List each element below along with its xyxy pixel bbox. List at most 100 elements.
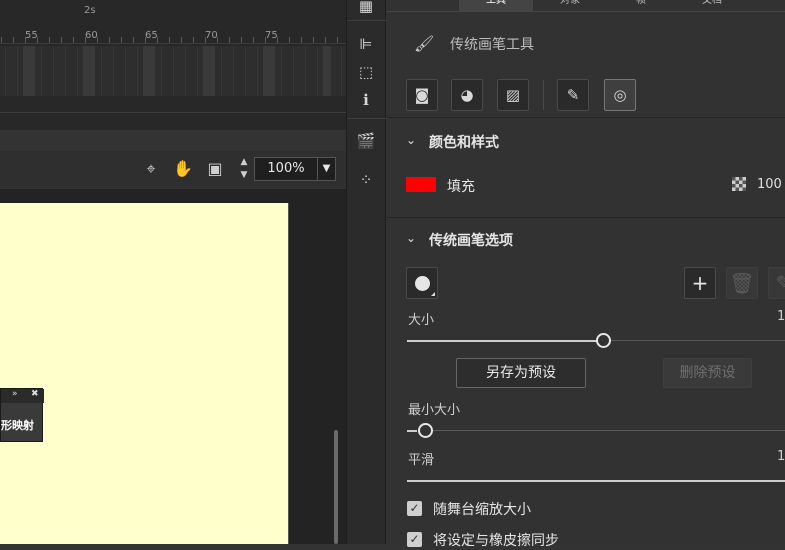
min-size-label: 最小大小 [408, 403, 461, 418]
floating-panel-label: 形映射 [1, 419, 34, 432]
stage-canvas[interactable] [0, 203, 289, 544]
ruler-tick [61, 37, 62, 43]
tab-object[interactable]: 对象 [535, 0, 605, 12]
ruler-tick [289, 37, 290, 43]
frame-gridline [197, 46, 198, 96]
ruler-tick [1, 37, 2, 43]
frame-gridline [89, 46, 90, 96]
size-slider-track[interactable] [611, 340, 785, 341]
properties-panel: 工具 对象 帧 文档 🖌 传统画笔工具 ◙ ◕ ▨ ✎ ◎ ⌄ 颜色和样式 填充… [387, 0, 785, 549]
floating-panel-header[interactable]: » ✖ [1, 389, 44, 403]
smooth-slider-fill[interactable] [407, 480, 785, 482]
ruler-tick [265, 37, 266, 43]
frame-gridline [269, 46, 270, 96]
tool-header: 🖌 传统画笔工具 [387, 26, 785, 62]
frame-gridline [233, 46, 234, 96]
frame-gridline [5, 46, 6, 96]
info-icon[interactable]: ℹ [356, 90, 376, 110]
trash-icon[interactable]: 🗑 [726, 267, 758, 299]
ruler-label: 65 [145, 30, 158, 41]
frame-gridline [245, 46, 246, 96]
brush-shape-picker[interactable] [406, 267, 438, 299]
ruler-tick [109, 37, 110, 43]
ruler-tick [85, 37, 86, 43]
align-icon[interactable]: ⊫ [356, 34, 376, 54]
chevron-down-icon[interactable]: ▼ [317, 158, 335, 180]
lock-fill-button[interactable]: ▨ [497, 79, 529, 111]
zoom-select[interactable]: 100% ▼ [254, 157, 336, 181]
tab-tool[interactable]: 工具 [459, 0, 533, 12]
smooth-value[interactable]: 1 [777, 449, 785, 464]
min-size-slider-knob[interactable] [418, 423, 433, 438]
frame-gridline [125, 46, 126, 96]
ruler-label: 55 [25, 30, 38, 41]
scale-with-stage-checkbox[interactable]: ✓ [407, 501, 422, 516]
timeline-layer-track[interactable] [0, 46, 346, 96]
center-stage-icon[interactable]: ⌖ [140, 158, 162, 180]
floating-panel[interactable]: » ✖ 形映射 [0, 388, 44, 442]
ruler-tick [253, 37, 254, 43]
add-preset-button[interactable]: + [684, 267, 716, 299]
tab-document[interactable]: 文档 [677, 0, 747, 12]
ruler-tick [325, 37, 326, 43]
scene-icon[interactable]: 🎬 [356, 131, 376, 151]
brush-mode-button[interactable]: ◕ [451, 79, 483, 111]
frame-gridline [341, 46, 342, 96]
chevron-down-icon[interactable]: ⌄ [406, 133, 416, 147]
close-icon[interactable]: ✖ [31, 389, 39, 399]
frame-gridline [137, 46, 138, 96]
chevron-down-icon[interactable]: ⌄ [406, 231, 416, 245]
pressure-button[interactable]: ✎ [557, 79, 589, 111]
ruler-tick [97, 37, 98, 43]
delete-preset-button[interactable]: 删除预设 [663, 358, 752, 388]
tilt-button[interactable]: ◎ [604, 79, 636, 111]
ruler-tick [241, 37, 242, 43]
ruler-label: 70 [205, 30, 218, 41]
size-value[interactable]: 1 [777, 309, 785, 324]
tool-options-bar: ◙ ◕ ▨ ✎ ◎ [387, 74, 785, 118]
ruler-tick [145, 37, 146, 43]
transform-icon[interactable]: ⬚ [356, 62, 376, 82]
ruler-tick [37, 37, 38, 43]
scale-with-stage-label[interactable]: 随舞台缩放大小 [433, 499, 531, 519]
frame-ruler[interactable]: 2s 55 60 65 70 75 [0, 0, 346, 44]
size-slider-fill [407, 340, 603, 342]
sync-eraser-label[interactable]: 将设定与橡皮擦同步 [433, 530, 559, 550]
brush-options-section-header[interactable]: ⌄ 传统画笔选项 [387, 221, 785, 257]
fill-color-swatch[interactable] [406, 177, 436, 192]
edit-icon[interactable]: ✎ [768, 267, 785, 299]
expand-icon[interactable]: » [12, 389, 18, 399]
motion-dots-icon[interactable]: ⁘ [356, 170, 376, 190]
size-slider-knob[interactable] [596, 333, 611, 348]
timeline-panel: 2s 55 60 65 70 75 [0, 0, 346, 130]
alpha-icon [732, 177, 746, 191]
zoom-value[interactable]: 100% [255, 158, 317, 180]
zoom-stepper[interactable]: ▲ ▼ [236, 156, 252, 182]
ruler-tick [205, 37, 206, 43]
stage-scrollbar[interactable] [334, 430, 338, 544]
frame-gridline [293, 46, 294, 96]
ruler-seconds-label: 2s [84, 5, 96, 16]
frame-gridline [281, 46, 282, 96]
rotate-hand-icon[interactable]: ✋ [172, 158, 194, 180]
ruler-tick [25, 37, 26, 43]
tool-title: 传统画笔工具 [450, 37, 534, 53]
color-style-section-header[interactable]: ⌄ 颜色和样式 [387, 123, 785, 159]
clip-content-icon[interactable]: ▣ [204, 158, 226, 180]
frame-gridline [17, 46, 18, 96]
ruler-label: 60 [85, 30, 98, 41]
alpha-value[interactable]: 100 % [757, 177, 785, 192]
frame-gridline [185, 46, 186, 96]
save-preset-button[interactable]: 另存为预设 [456, 358, 586, 388]
ruler-tick [121, 37, 122, 43]
object-drawing-button[interactable]: ◙ [406, 79, 438, 111]
round-brush-icon [415, 276, 430, 291]
frame-gridline [77, 46, 78, 96]
min-size-slider-track[interactable] [425, 430, 785, 431]
ruler-tick [157, 37, 158, 43]
sync-eraser-checkbox[interactable]: ✓ [407, 532, 422, 547]
grid-icon[interactable]: ▦ [356, 0, 376, 16]
section-title: 颜色和样式 [429, 135, 499, 151]
divider [347, 118, 387, 119]
tab-frame[interactable]: 帧 [607, 0, 675, 12]
